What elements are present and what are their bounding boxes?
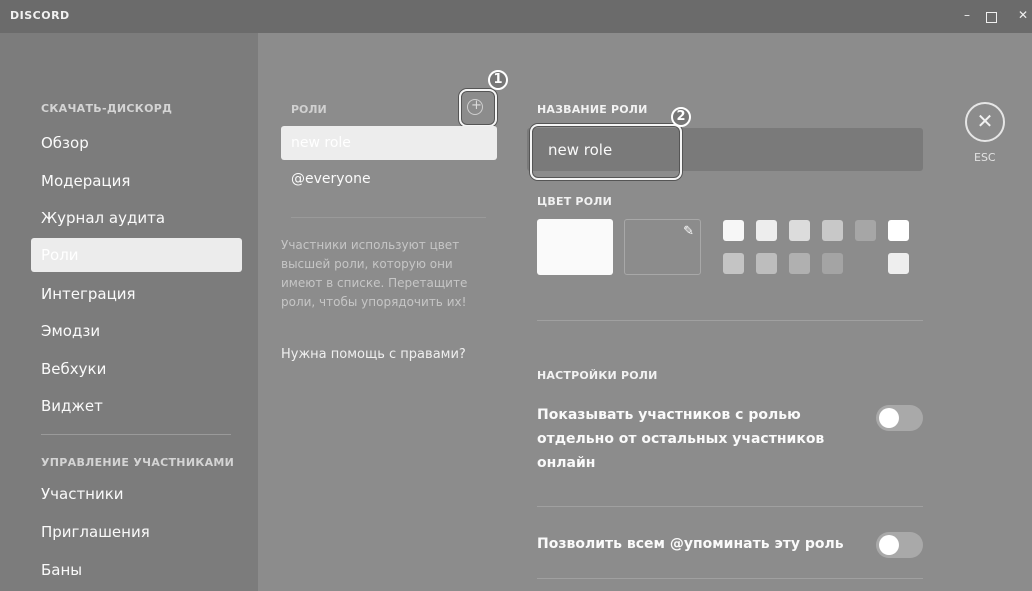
sidebar-item-bans[interactable]: Баны [31,553,242,587]
color-swatch[interactable] [789,253,810,274]
roles-divider [291,217,486,218]
callout-badge-2: 2 [671,107,691,127]
settings-divider [537,506,923,507]
color-swatch[interactable] [888,220,909,241]
role-item-everyone[interactable]: @everyone [281,162,497,196]
custom-color-picker[interactable]: ✎ [624,219,701,275]
setting-mentionable-toggle[interactable] [876,532,923,558]
sidebar-item-webhooks[interactable]: Вебхуки [31,352,242,386]
color-swatch[interactable] [855,220,876,241]
sidebar-item-widget[interactable]: Виджет [31,389,242,423]
sidebar-item-roles[interactable]: Роли [31,238,242,272]
editor-divider [537,320,923,321]
sidebar-item-audit-log[interactable]: Журнал аудита [31,201,242,235]
sidebar-item-integrations[interactable]: Интеграция [31,277,242,311]
color-swatch[interactable] [723,220,744,241]
color-swatch[interactable] [756,220,777,241]
default-color-swatch[interactable] [537,219,613,275]
role-name-label: НАЗВАНИЕ РОЛИ [537,103,648,116]
sidebar-item-invites[interactable]: Приглашения [31,515,242,549]
sidebar-item-members[interactable]: Участники [31,477,242,511]
permissions-help-link[interactable]: Нужна помощь с правами? [281,347,466,362]
sidebar-item-overview[interactable]: Обзор [31,126,242,160]
sidebar-item-moderation[interactable]: Модерация [31,164,242,198]
callout-highlight-role-name [530,124,682,180]
setting-hoist-text: Показывать участников с ролью отдельно о… [537,407,825,471]
maximize-button[interactable] [986,12,997,23]
window-close-button[interactable]: ✕ [1018,8,1028,22]
title-bar: DISCORD – ✕ [0,0,1032,33]
roles-header: РОЛИ [291,103,327,116]
role-settings-label: НАСТРОЙКИ РОЛИ [537,369,658,382]
role-color-label: ЦВЕТ РОЛИ [537,195,612,208]
sidebar-section-server: СКАЧАТЬ-ДИСКОРД [41,102,173,115]
esc-label: ESC [974,151,996,164]
color-swatch[interactable] [888,253,909,274]
callout-highlight-add-role [459,89,497,127]
setting-hoist-toggle[interactable] [876,405,923,431]
sidebar-section-members: УПРАВЛЕНИЕ УЧАСТНИКАМИ [41,456,235,469]
color-swatch[interactable] [789,220,810,241]
color-swatch[interactable] [822,220,843,241]
sidebar-divider [41,434,231,435]
setting-mentionable-text: Позволить всем @упоминать эту роль [537,536,844,552]
settings-divider [537,578,923,579]
color-swatch[interactable] [822,253,843,274]
app-brand: DISCORD [10,9,70,22]
role-item-new-role[interactable]: new role [281,126,497,160]
close-icon[interactable]: ✕ [965,102,1005,142]
eyedropper-icon: ✎ [683,224,694,239]
roles-hint: Участники используют цвет высшей роли, к… [281,238,468,309]
callout-badge-1: 1 [488,70,508,90]
color-swatch[interactable] [756,253,777,274]
color-swatch[interactable] [723,253,744,274]
sidebar-item-emoji[interactable]: Эмодзи [31,314,242,348]
minimize-button[interactable]: – [964,8,970,22]
settings-content [258,33,1032,591]
